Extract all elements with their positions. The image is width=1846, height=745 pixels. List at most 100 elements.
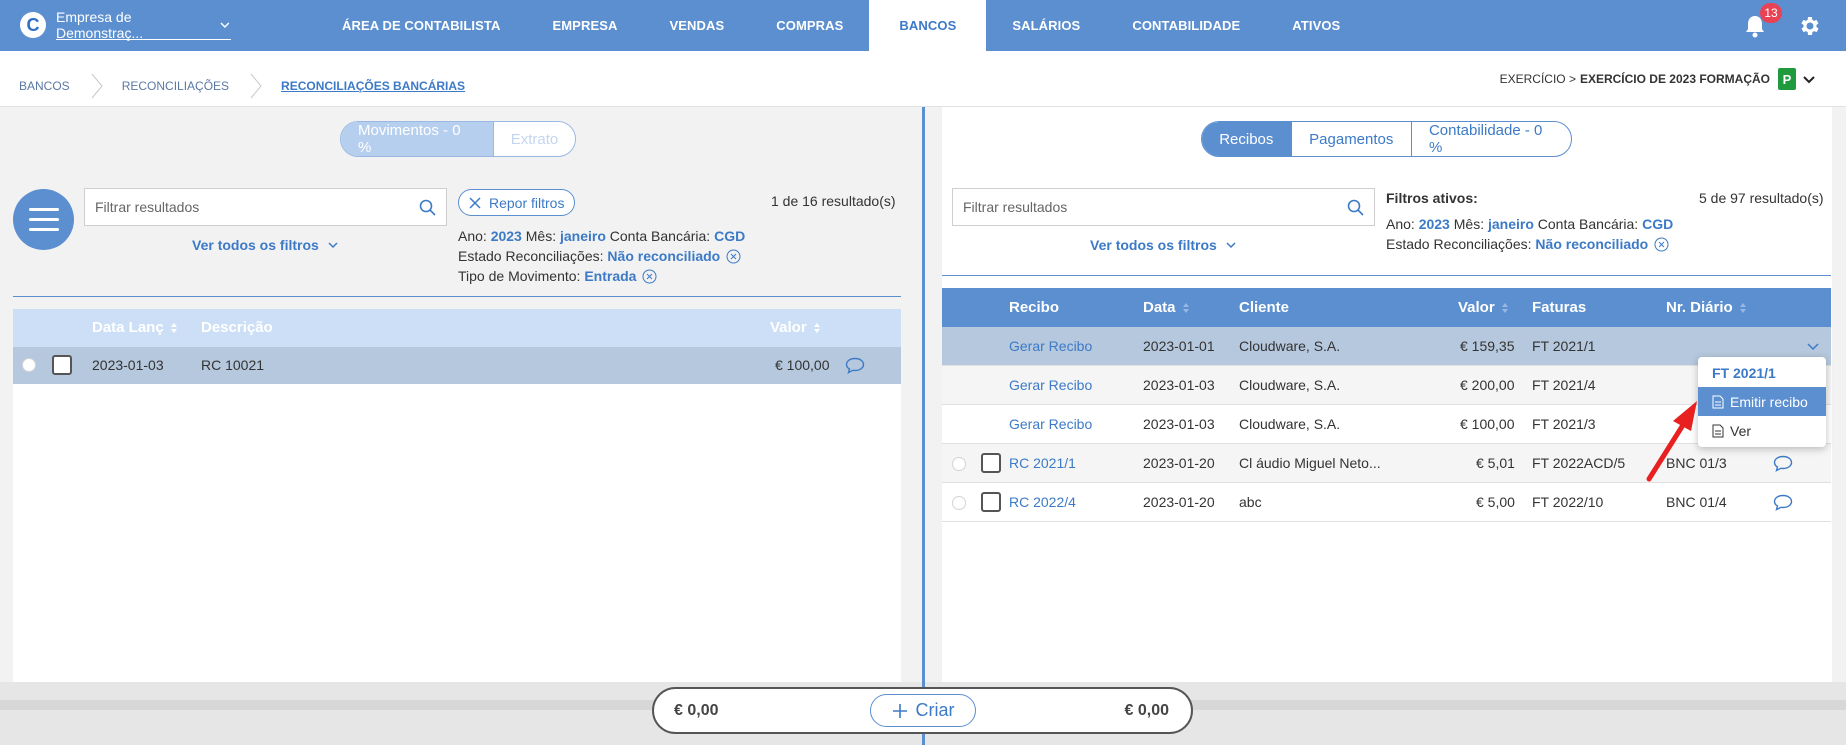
row-radio[interactable]: [952, 496, 966, 510]
col-cliente: Cliente: [1239, 299, 1289, 316]
row-client: Cloudware, S.A.: [1239, 377, 1341, 393]
col-data[interactable]: Data: [1143, 299, 1190, 316]
totals-bar: € 0,00 Criar € 0,00: [652, 687, 1193, 734]
company-selector[interactable]: Empresa de Demonstraç...: [56, 9, 231, 41]
main-menu: ÁREA DE CONTABILISTA EMPRESA VENDAS COMP…: [316, 0, 1366, 51]
left-tabs: Movimentos - 0 % Extrato: [340, 121, 576, 157]
row-radio[interactable]: [22, 358, 36, 372]
nav-bancos[interactable]: BANCOS: [869, 0, 987, 51]
row-date: 2023-01-20: [1143, 494, 1215, 510]
tab-extrato[interactable]: Extrato: [493, 122, 575, 156]
filter-label: Mês:: [525, 228, 557, 244]
sort-icon: [170, 322, 177, 333]
row-checkbox[interactable]: [981, 492, 1001, 512]
right-search-input[interactable]: [963, 199, 1304, 215]
emit-receipt-menu-item[interactable]: Emitir recibo: [1698, 387, 1826, 416]
generate-receipt-link[interactable]: Gerar Recibo: [1009, 416, 1092, 432]
nav-contabilista[interactable]: ÁREA DE CONTABILISTA: [316, 0, 526, 51]
row-value: € 100,00: [775, 357, 830, 373]
top-navbar: C Empresa de Demonstraç... ÁREA DE CONTA…: [0, 0, 1846, 51]
row-checkbox[interactable]: [981, 453, 1001, 473]
remove-filter-icon[interactable]: [642, 269, 657, 284]
see-all-label: Ver todos os filtros: [192, 237, 319, 253]
exercise-label: EXERCÍCIO >: [1499, 72, 1576, 86]
receipt-link[interactable]: RC 2021/1: [1009, 455, 1076, 471]
left-separator: [13, 296, 901, 297]
panel-divider[interactable]: [922, 107, 925, 745]
filter-tipo-value: Entrada: [584, 268, 637, 284]
col-valor[interactable]: Valor: [1458, 299, 1509, 316]
receipt-link[interactable]: RC 2022/4: [1009, 494, 1076, 510]
col-data-lanc[interactable]: Data Lanç: [92, 319, 178, 336]
chevron-down-icon: [1803, 76, 1815, 84]
filter-conta-value: CGD: [1642, 216, 1674, 232]
filter-estado-value: Não reconciliado: [1535, 236, 1649, 252]
remove-filter-icon[interactable]: [726, 249, 741, 264]
nav-salarios[interactable]: SALÁRIOS: [986, 0, 1106, 51]
row-invoices: FT 2021/4: [1532, 377, 1596, 393]
comment-icon[interactable]: [845, 357, 865, 374]
right-tabs: Recibos Pagamentos Contabilidade - 0 %: [1201, 121, 1572, 157]
breadcrumb-separator-icon: [250, 73, 262, 99]
app-logo[interactable]: C: [20, 12, 46, 38]
generate-receipt-link[interactable]: Gerar Recibo: [1009, 338, 1092, 354]
nav-ativos[interactable]: ATIVOS: [1266, 0, 1366, 51]
col-label: Nr. Diário: [1666, 299, 1733, 316]
create-button[interactable]: Criar: [870, 694, 976, 727]
filter-label: Estado Reconciliações:: [1386, 236, 1532, 252]
col-nr-diario[interactable]: Nr. Diário: [1666, 299, 1747, 316]
left-see-all-filters[interactable]: Ver todos os filtros: [192, 237, 339, 253]
comment-icon[interactable]: [1773, 455, 1793, 472]
right-active-filters: Filtros ativos: Ano: 2023 Mês: janeiro C…: [1386, 188, 1673, 254]
view-menu-item[interactable]: Ver: [1698, 416, 1826, 445]
table-row[interactable]: 2023-01-03 RC 10021 € 100,00: [13, 347, 901, 384]
nav-vendas[interactable]: VENDAS: [643, 0, 750, 51]
breadcrumb-reconciliacoes[interactable]: RECONCILIAÇÕES: [122, 79, 229, 93]
filter-label: Ano:: [1386, 216, 1415, 232]
sort-icon: [813, 322, 820, 333]
breadcrumb-current[interactable]: RECONCILIAÇÕES BANCÁRIAS: [281, 79, 465, 93]
col-label: Valor: [770, 319, 807, 336]
see-all-label: Ver todos os filtros: [1090, 237, 1217, 253]
breadcrumb-bancos[interactable]: BANCOS: [19, 79, 70, 93]
row-radio[interactable]: [952, 457, 966, 471]
row-date: 2023-01-01: [1143, 338, 1215, 354]
exercise-value: EXERCÍCIO DE 2023 FORMAÇÃO: [1579, 72, 1770, 86]
filter-ano-value: 2023: [490, 228, 522, 244]
view-label: Ver: [1730, 422, 1752, 439]
plus-icon: [892, 703, 907, 718]
chevron-down-icon[interactable]: [1806, 341, 1820, 353]
col-label: Recibo: [1009, 299, 1060, 316]
menu-button[interactable]: [13, 189, 74, 250]
tab-pagamentos[interactable]: Pagamentos: [1290, 122, 1411, 156]
document-icon: [1712, 395, 1724, 408]
row-client: Cloudware, S.A.: [1239, 338, 1341, 354]
tab-movimentos[interactable]: Movimentos - 0 %: [341, 122, 493, 156]
right-see-all-filters[interactable]: Ver todos os filtros: [1090, 237, 1237, 253]
tab-recibos[interactable]: Recibos: [1202, 122, 1291, 156]
table-row[interactable]: RC 2022/4 2023-01-20 abc € 5,00 FT 2022/…: [942, 483, 1831, 522]
row-date: 2023-01-03: [92, 357, 164, 373]
company-name: Empresa de Demonstraç...: [56, 8, 144, 41]
search-icon[interactable]: [1347, 199, 1364, 216]
dropdown-title: FT 2021/1: [1712, 365, 1776, 381]
reset-filters-button[interactable]: Repor filtros: [458, 189, 576, 216]
search-icon[interactable]: [419, 199, 436, 216]
row-client: Cl áudio Miguel Neto...: [1239, 455, 1381, 471]
left-search-input[interactable]: [95, 199, 385, 215]
nav-empresa[interactable]: EMPRESA: [526, 0, 643, 51]
row-checkbox[interactable]: [52, 355, 72, 375]
left-active-filters: Ano: 2023 Mês: janeiro Conta Bancária: C…: [458, 226, 745, 286]
tab-contabilidade[interactable]: Contabilidade - 0 %: [1410, 122, 1571, 156]
generate-receipt-link[interactable]: Gerar Recibo: [1009, 377, 1092, 393]
nav-compras[interactable]: COMPRAS: [750, 0, 869, 51]
gear-icon[interactable]: [1797, 14, 1821, 38]
remove-filter-icon[interactable]: [1654, 237, 1669, 252]
annotation-arrow-icon: [1646, 401, 1697, 482]
exercise-selector[interactable]: EXERCÍCIO > EXERCÍCIO DE 2023 FORMAÇÃO P: [1500, 68, 1816, 90]
row-date: 2023-01-20: [1143, 455, 1215, 471]
comment-icon[interactable]: [1773, 494, 1793, 511]
filter-mes-value: janeiro: [1487, 216, 1534, 232]
nav-contabilidade[interactable]: CONTABILIDADE: [1106, 0, 1266, 51]
col-valor[interactable]: Valor: [770, 319, 821, 336]
